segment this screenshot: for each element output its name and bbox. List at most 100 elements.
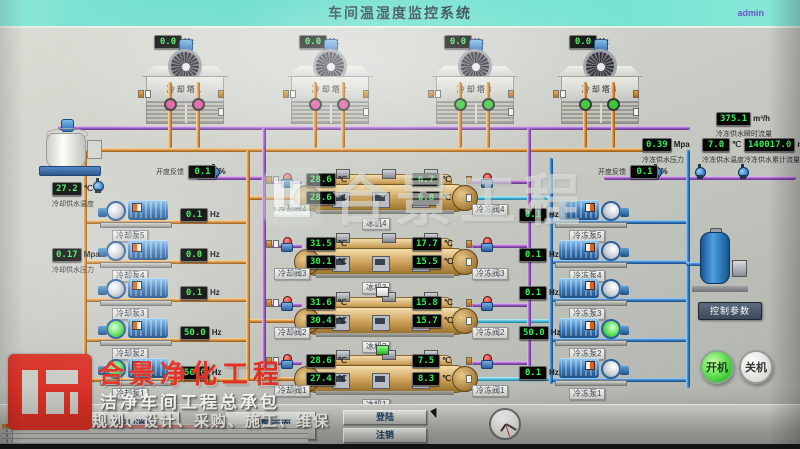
tower-louver xyxy=(561,102,639,124)
chilled-supply-flow: 375.1m³/h 冷冻供水瞬时流量 xyxy=(716,110,772,139)
valve-feedback-right: 开度反馈 0.1% xyxy=(598,163,668,181)
temp-value: 31.6 xyxy=(306,296,336,310)
indicator-amber xyxy=(266,357,272,365)
logout-button[interactable]: 注销 xyxy=(343,428,427,443)
power-on-button[interactable]: 开机 xyxy=(700,350,734,384)
pump-hz-value: 0.1 xyxy=(519,366,547,380)
chiller-cooling-out-temp: 30.4℃ xyxy=(306,312,347,330)
tower-label: 冷却塔3 xyxy=(436,76,514,102)
tower-valve-icon[interactable] xyxy=(607,98,620,111)
status-indicator-pair xyxy=(553,90,567,108)
cooling-tower-4[interactable]: 0.0Hz冷却塔4 xyxy=(557,36,643,154)
chiller-冰机4[interactable]: 冰机428.6℃28.6℃6.7℃6.8℃冷却阀4冷冻阀4 xyxy=(296,174,474,230)
status-indicator-pair xyxy=(466,299,474,335)
status-indicator-pair xyxy=(428,90,442,108)
chiller-control-panel xyxy=(372,192,390,208)
tower-valve-icon[interactable] xyxy=(164,98,177,111)
indicator-white xyxy=(273,299,279,307)
chiller-冰机3[interactable]: 冰机331.5℃30.1℃17.7℃15.5℃冷却阀3冷冻阀3 xyxy=(296,238,474,294)
tower-valve-icon[interactable] xyxy=(309,98,322,111)
temp-value: 31.5 xyxy=(306,237,336,251)
cooling-pump-3[interactable]: 冷却泵30.1Hz xyxy=(98,276,210,320)
chilled-pump-1[interactable]: 冷冻泵50.1Hz xyxy=(519,198,631,242)
power-off-button[interactable]: 关机 xyxy=(739,350,773,384)
chilled-valve-icon[interactable] xyxy=(480,172,492,190)
login-button[interactable]: 登陆 xyxy=(343,410,427,425)
indicator-amber xyxy=(466,299,472,307)
chilled-pump-5[interactable]: 冷冻泵10.1Hz xyxy=(519,356,631,400)
cooling-tower-3[interactable]: 0.0Hz冷却塔3 xyxy=(432,36,518,154)
valve-body xyxy=(481,360,493,369)
control-params-button[interactable]: 控制参数 xyxy=(698,302,762,320)
chilled-valve-icon[interactable] xyxy=(480,295,492,313)
tower-label: 冷却塔4 xyxy=(561,76,639,102)
temp-value: 7.5 xyxy=(412,354,440,368)
cooling-pump-5[interactable]: 冷却泵150.0Hz xyxy=(98,356,210,400)
chilled-valve-icon[interactable] xyxy=(480,236,492,254)
cooling-valve-icon[interactable] xyxy=(280,236,292,254)
chiller-cooling-in-temp: 31.5℃ xyxy=(306,235,347,253)
pump-base xyxy=(555,300,627,306)
pump-label: 冷冻泵1 xyxy=(569,388,605,400)
cooling-tower-2[interactable]: 0.0Hz冷却塔2 xyxy=(287,36,373,154)
indicator-amber xyxy=(266,240,272,248)
pump-base xyxy=(555,340,627,346)
chilled-pump-3[interactable]: 冷冻泵30.1Hz xyxy=(519,276,631,320)
cooling-valve-icon[interactable] xyxy=(280,295,292,313)
valve-body xyxy=(281,179,293,188)
status-indicator-pair xyxy=(266,240,280,258)
pipe xyxy=(246,150,250,381)
pump-inlet xyxy=(98,286,107,295)
pump-gauge-icon xyxy=(106,241,126,261)
cooling-supply-pressure: 0.17Mpa 冷却供水压力 xyxy=(52,246,100,275)
tower-valve-icon[interactable] xyxy=(454,98,467,111)
pump-warning-sticker-icon xyxy=(585,321,595,330)
indicator-white xyxy=(273,240,279,248)
valve-body xyxy=(281,243,293,252)
chilled-pump-4[interactable]: 冷冻泵250.0Hz xyxy=(519,316,631,360)
pump-speed-display: 0.1Hz xyxy=(180,284,220,302)
cooling-water-tank[interactable] xyxy=(34,124,106,178)
tower-drain-pipe xyxy=(341,82,345,148)
pump-graphic xyxy=(555,238,629,268)
status-indicator-pair xyxy=(218,90,228,126)
status-indicator-pair xyxy=(266,299,280,317)
cooling-valve-icon[interactable] xyxy=(280,353,292,371)
cooling-valve-icon[interactable] xyxy=(280,172,292,190)
tower-valve-icon[interactable] xyxy=(192,98,205,111)
chilled-valve-icon[interactable] xyxy=(480,353,492,371)
expansion-tank[interactable] xyxy=(690,228,752,300)
chiller-feet xyxy=(316,391,454,395)
valve-feedback-left-value: 0.1 xyxy=(188,165,216,179)
alarm-text-smudge xyxy=(14,425,244,428)
pump-base xyxy=(100,340,172,346)
pump-warning-sticker-icon xyxy=(132,321,142,330)
chiller-control-panel xyxy=(372,373,390,389)
valve-body xyxy=(281,360,293,369)
chiller-冰机1[interactable]: 冰机128.6℃27.4℃7.5℃8.3℃冷却阀1冷冻阀1 xyxy=(296,355,474,411)
indicator-white xyxy=(466,258,472,266)
status-indicator-pair xyxy=(466,176,474,212)
pump-base xyxy=(555,262,627,268)
logged-in-user: admin xyxy=(737,8,764,18)
tower-drain-pipe xyxy=(313,82,317,148)
chilled-supply-total-flow-value: 140017.0 xyxy=(744,138,795,152)
pump-hz-value: 50.0 xyxy=(180,326,210,340)
indicator-amber xyxy=(553,90,559,98)
tower-valve-icon[interactable] xyxy=(482,98,495,111)
chiller-cooling-in-temp: 28.6℃ xyxy=(306,171,347,189)
pump-warning-sticker-icon xyxy=(585,361,595,370)
cooling-pump-4[interactable]: 冷却泵250.0Hz xyxy=(98,316,210,360)
indicator-white xyxy=(508,108,514,116)
cooling-supply-pressure-value: 0.17 xyxy=(52,248,82,262)
tower-valve-icon[interactable] xyxy=(337,98,350,111)
status-indicator-pair xyxy=(466,357,474,393)
cooling-tower-1[interactable]: 0.0Hz冷却塔1 xyxy=(142,36,228,154)
pump-label: 冷却泵1 xyxy=(112,388,148,400)
cooling-pump-1[interactable]: 冷却泵50.1Hz xyxy=(98,198,210,242)
chiller-fitting xyxy=(382,233,396,243)
pump-inlet xyxy=(620,286,629,295)
tower-valve-icon[interactable] xyxy=(579,98,592,111)
clock xyxy=(489,408,521,440)
tower-drain-pipe xyxy=(196,82,200,148)
